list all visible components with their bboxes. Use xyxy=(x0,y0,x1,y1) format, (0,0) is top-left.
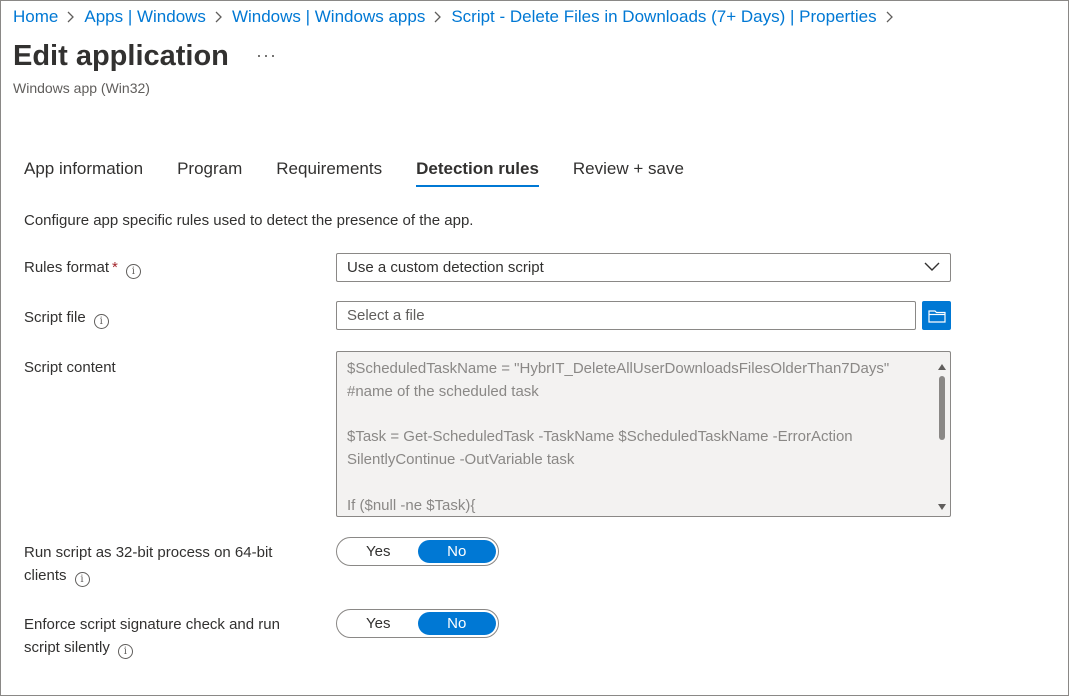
rules-format-label: Rules format * i xyxy=(24,256,141,279)
section-description: Configure app specific rules used to det… xyxy=(24,212,474,229)
scroll-down-icon[interactable] xyxy=(938,504,946,510)
script-line: If ($null -ne $Task){ xyxy=(347,496,476,514)
tab-app-information[interactable]: App information xyxy=(24,159,143,185)
enforce-signature-label: Enforce script signature check and run s… xyxy=(24,613,280,659)
rules-format-value: Use a custom detection script xyxy=(347,259,544,276)
script-line: $Task = Get-ScheduledTask -TaskName $Sch… xyxy=(347,428,853,446)
info-icon[interactable]: i xyxy=(125,264,141,279)
chevron-down-icon xyxy=(924,262,940,271)
folder-icon xyxy=(927,309,946,323)
scrollbar-thumb[interactable] xyxy=(939,376,945,440)
enforce-signature-label-line1: Enforce script signature check and run xyxy=(24,616,280,633)
enforce-signature-toggle[interactable]: Yes No xyxy=(336,609,499,638)
enforce-signature-label-line2: script silently xyxy=(24,639,110,656)
breadcrumb-script-properties[interactable]: Script - Delete Files in Downloads (7+ D… xyxy=(451,7,876,27)
window-frame xyxy=(0,0,1069,696)
rules-format-label-text: Rules format xyxy=(24,259,110,276)
rules-format-dropdown[interactable]: Use a custom detection script xyxy=(336,253,951,282)
run-32bit-label-line2: clients xyxy=(24,567,67,584)
vertical-scrollbar[interactable] xyxy=(934,352,950,516)
scroll-up-icon[interactable] xyxy=(938,364,946,370)
chevron-right-icon xyxy=(58,11,84,23)
run-32bit-toggle[interactable]: Yes No xyxy=(336,537,499,566)
script-file-label-text: Script file xyxy=(24,309,86,326)
tab-review-save[interactable]: Review + save xyxy=(573,159,684,185)
run-32bit-label: Run script as 32-bit process on 64-bit c… xyxy=(24,541,272,587)
info-icon[interactable]: i xyxy=(93,314,109,329)
page-title: Edit application xyxy=(13,40,229,72)
script-line: SilentlyContinue -OutVariable task xyxy=(347,451,575,469)
run-32bit-label-line1: Run script as 32-bit process on 64-bit xyxy=(24,544,273,561)
breadcrumb-home[interactable]: Home xyxy=(13,7,58,27)
script-line xyxy=(347,404,927,427)
browse-file-button[interactable] xyxy=(922,301,951,330)
tab-program[interactable]: Program xyxy=(177,159,242,185)
chevron-right-icon xyxy=(425,11,451,23)
breadcrumb: Home Apps | Windows Windows | Windows ap… xyxy=(13,7,903,27)
script-line xyxy=(347,472,927,495)
breadcrumb-apps-windows[interactable]: Apps | Windows xyxy=(84,7,206,27)
enforce-signature-yes-option[interactable]: Yes xyxy=(339,612,418,635)
more-options-icon[interactable]: ··· xyxy=(256,45,277,66)
info-icon[interactable]: i xyxy=(117,644,133,659)
script-content-text: $ScheduledTaskName = "HybrIT_DeleteAllUs… xyxy=(347,358,927,516)
script-content-textarea[interactable]: $ScheduledTaskName = "HybrIT_DeleteAllUs… xyxy=(336,351,951,517)
page-subtitle: Windows app (Win32) xyxy=(13,80,150,96)
info-icon[interactable]: i xyxy=(74,572,90,587)
script-file-label: Script file i xyxy=(24,306,109,329)
run-32bit-no-option[interactable]: No xyxy=(417,540,496,563)
script-line: $ScheduledTaskName = "HybrIT_DeleteAllUs… xyxy=(347,360,890,377)
breadcrumb-windows-apps[interactable]: Windows | Windows apps xyxy=(232,7,425,27)
script-content-label: Script content xyxy=(24,359,116,376)
tab-bar: App information Program Requirements Det… xyxy=(24,159,718,187)
tab-detection-rules[interactable]: Detection rules xyxy=(416,159,539,187)
chevron-right-icon xyxy=(206,11,232,23)
script-file-input[interactable] xyxy=(336,301,916,330)
enforce-signature-no-option[interactable]: No xyxy=(417,612,496,635)
chevron-right-icon xyxy=(877,11,903,23)
tab-requirements[interactable]: Requirements xyxy=(276,159,382,185)
script-line: #name of the scheduled task xyxy=(347,382,539,400)
required-mark: * xyxy=(112,259,118,276)
run-32bit-yes-option[interactable]: Yes xyxy=(339,540,418,563)
